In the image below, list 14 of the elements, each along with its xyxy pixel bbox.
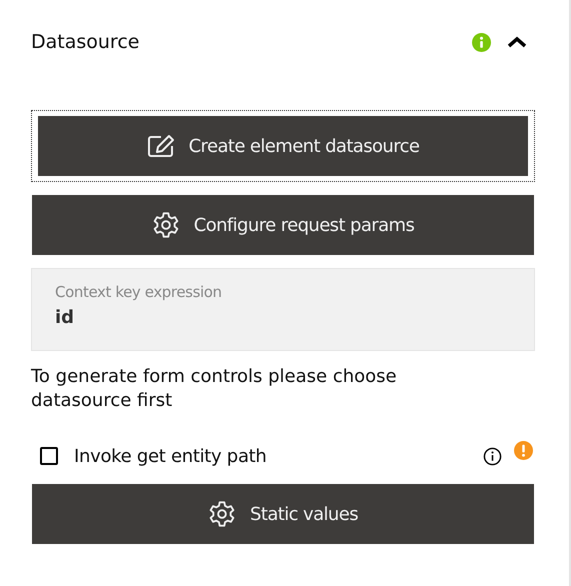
section-title: Datasource — [31, 31, 140, 53]
info-icon[interactable] — [483, 446, 502, 466]
hint-text: To generate form controls please choose datasource first — [31, 365, 398, 413]
action-button[interactable]: Create element datasource — [38, 116, 528, 176]
context-key-field[interactable]: Context key expression id — [31, 268, 535, 351]
chevron-icon[interactable] — [507, 36, 527, 48]
edit-icon — [146, 134, 175, 158]
checkbox[interactable] — [40, 447, 58, 465]
static-values-button[interactable]: Static values — [32, 484, 534, 544]
checkbox-label[interactable]: Invoke get entity path — [74, 446, 483, 466]
action-button[interactable]: Configure request params — [32, 195, 534, 255]
settings-icon — [152, 211, 180, 239]
settings-icon — [208, 500, 236, 528]
warning-icon — [514, 441, 533, 460]
